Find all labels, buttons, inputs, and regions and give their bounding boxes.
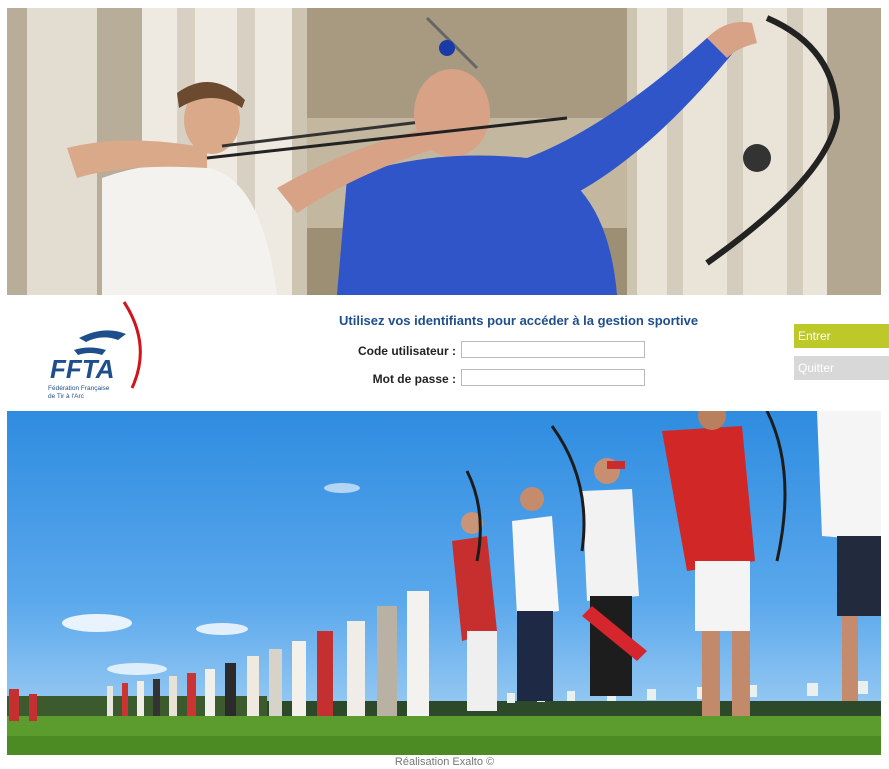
- user-code-label: Code utilisateur :: [357, 344, 456, 358]
- ffta-logo: FFTA Fédération Française de Tir à l'Arc: [44, 300, 154, 402]
- password-input[interactable]: [461, 369, 645, 386]
- password-label: Mot de passe :: [372, 372, 456, 386]
- footer-credit: Réalisation Exalto ©: [394, 756, 495, 768]
- enter-button[interactable]: Entrer: [794, 324, 889, 348]
- hero-image-top: [7, 8, 881, 295]
- hero-image-bottom: [7, 411, 881, 755]
- user-code-input[interactable]: [461, 341, 645, 358]
- logo-brand-text: FFTA: [50, 354, 115, 384]
- login-title: Utilisez vos identifiants pour accéder à…: [339, 313, 699, 328]
- logo-caption-line2: de Tir à l'Arc: [48, 393, 85, 400]
- quit-button[interactable]: Quitter: [794, 356, 889, 380]
- logo-caption-line1: Fédération Française: [48, 385, 110, 392]
